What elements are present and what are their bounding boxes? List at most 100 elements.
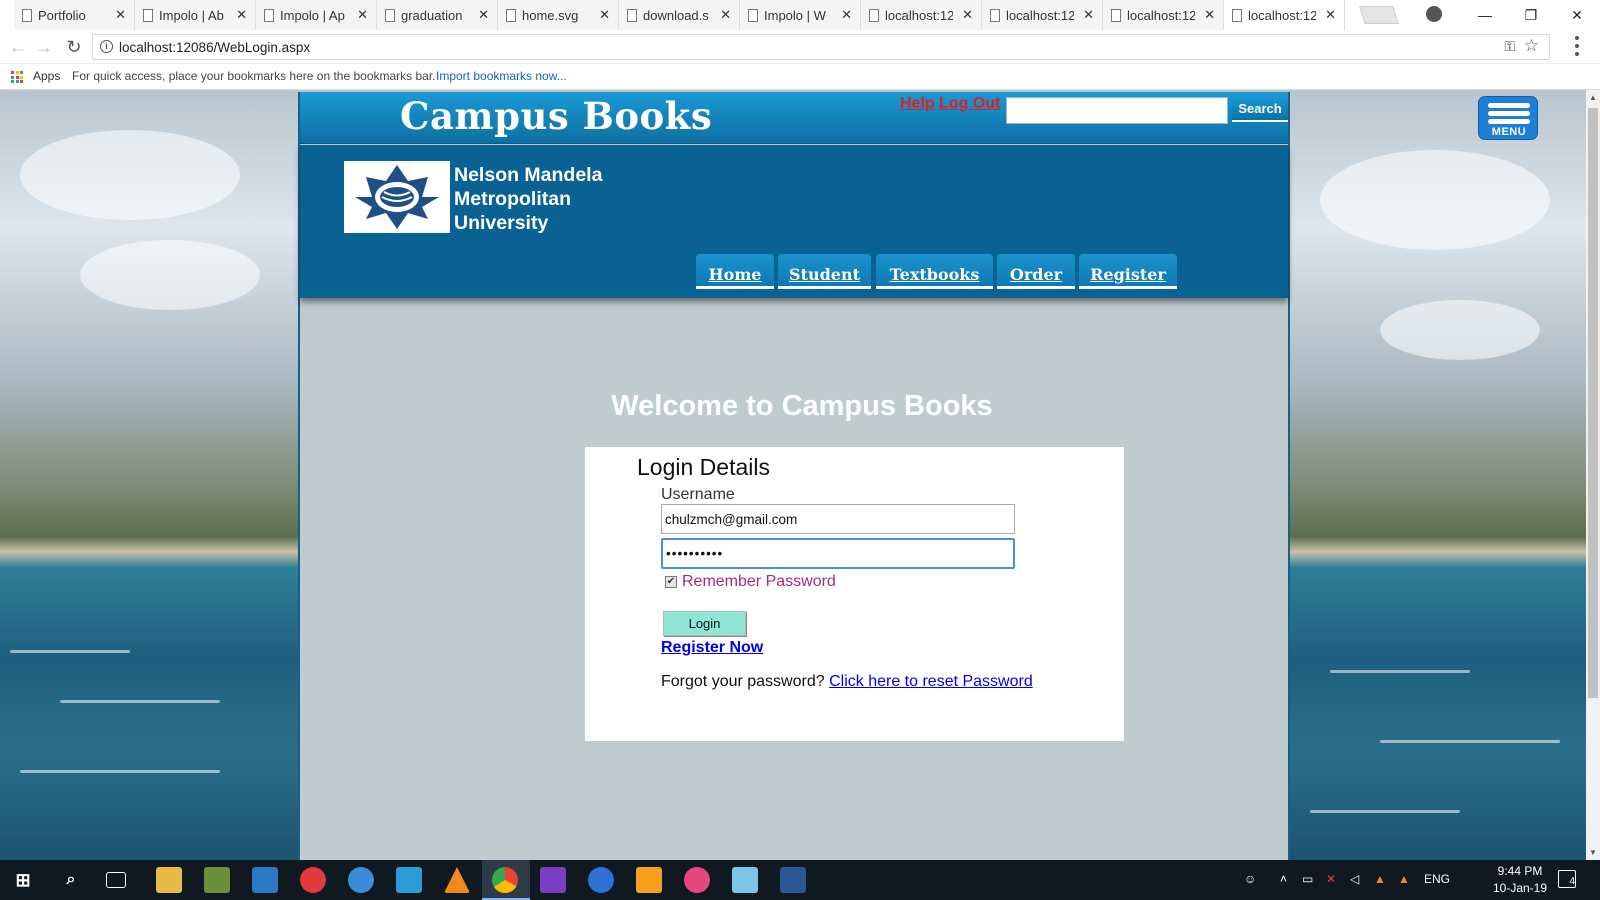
scroll-down-icon[interactable]: ▼ <box>1589 848 1597 857</box>
close-tab-icon[interactable]: ✕ <box>1083 7 1094 23</box>
notifications-icon[interactable]: 4 <box>1558 870 1576 888</box>
login-button[interactable]: Login <box>663 611 746 636</box>
sublime-icon[interactable] <box>636 867 662 893</box>
background-cloud <box>80 240 260 310</box>
store-icon[interactable] <box>252 867 278 893</box>
tray-chevron-icon[interactable]: ˄ <box>1280 872 1287 886</box>
close-window-icon[interactable]: ✕ <box>1554 0 1600 30</box>
close-tab-icon[interactable]: ✕ <box>962 7 973 23</box>
close-tab-icon[interactable]: ✕ <box>357 7 368 23</box>
scrollbar-thumb[interactable] <box>1588 108 1598 698</box>
close-tab-icon[interactable]: ✕ <box>115 7 126 23</box>
browser-tab[interactable]: Impolo | W ✕ <box>740 0 861 30</box>
import-bookmarks-link[interactable]: Import bookmarks now... <box>436 69 567 83</box>
page-scrollbar[interactable]: ▲ ▼ <box>1586 90 1600 860</box>
web-app-icon[interactable] <box>348 867 374 893</box>
nav-textbooks[interactable]: Textbooks <box>876 254 993 289</box>
browser-tab[interactable]: Impolo | Ap ✕ <box>256 0 377 30</box>
new-tab-button[interactable] <box>1359 6 1399 24</box>
site-search-input[interactable] <box>1006 97 1228 124</box>
people-icon[interactable]: ☺ <box>1244 872 1256 886</box>
search-icon[interactable]: ⌕ <box>58 867 84 893</box>
page-icon <box>869 9 879 22</box>
browser-tab[interactable]: Portfolio ✕ <box>14 0 135 30</box>
browser-tab[interactable]: download.s ✕ <box>619 0 740 30</box>
reload-icon[interactable]: ↻ <box>62 35 86 59</box>
restore-icon[interactable]: ❐ <box>1508 0 1554 30</box>
university-logo <box>344 161 450 233</box>
chrome-icon[interactable] <box>492 867 518 893</box>
lightning-app-icon[interactable] <box>588 867 614 893</box>
nav-register[interactable]: Register <box>1079 254 1177 289</box>
reset-password-link[interactable]: Click here to reset Password <box>829 673 1033 690</box>
close-tab-icon[interactable]: ✕ <box>1204 7 1215 23</box>
browser-tab[interactable]: home.svg ✕ <box>498 0 619 30</box>
language-indicator[interactable]: ENG <box>1424 872 1450 886</box>
remember-password[interactable]: ✔ Remember Password <box>665 573 836 591</box>
browser-tab-active[interactable]: localhost:12 ✕ <box>1224 0 1345 30</box>
key-icon[interactable]: ⚿ <box>1504 38 1515 55</box>
username-input[interactable] <box>661 504 1015 534</box>
sync-app-icon[interactable] <box>396 867 422 893</box>
close-tab-icon[interactable]: ✕ <box>599 7 610 23</box>
system-clock[interactable]: 9:44 PM 10-Jan-19 <box>1480 863 1560 897</box>
windows-start-icon[interactable]: ⊞ <box>10 867 36 893</box>
university-logo-icon <box>355 165 439 229</box>
password-input[interactable] <box>661 538 1015 569</box>
task-view-icon[interactable] <box>106 872 126 888</box>
tools-icon[interactable] <box>204 867 230 893</box>
tab-strip: Portfolio ✕ Impolo | Ab ✕ Impolo | Ap ✕ gra… <box>0 0 1600 30</box>
minimize-icon[interactable]: — <box>1462 0 1508 30</box>
nav-home[interactable]: Home <box>696 254 774 289</box>
site-info-icon[interactable]: i <box>100 40 113 53</box>
browser-tab[interactable]: localhost:12 ✕ <box>861 0 982 30</box>
background-wave <box>20 770 220 773</box>
browser-tab[interactable]: Impolo | Ab ✕ <box>135 0 256 30</box>
logout-link[interactable]: Log Out <box>939 95 1000 113</box>
menu-button[interactable]: MENU <box>1478 96 1538 140</box>
visual-studio-icon[interactable] <box>540 867 566 893</box>
clock-date: 10-Jan-19 <box>1492 881 1548 895</box>
apps-grid-icon[interactable] <box>11 71 23 83</box>
close-tab-icon[interactable]: ✕ <box>1325 7 1336 23</box>
bookmark-star-icon[interactable]: ☆ <box>1524 36 1539 56</box>
browser-tab[interactable]: localhost:12 ✕ <box>982 0 1103 30</box>
itunes-icon[interactable] <box>684 867 710 893</box>
address-url[interactable]: localhost:12086/WebLogin.aspx <box>119 40 310 55</box>
remember-checkbox[interactable]: ✔ <box>665 576 677 588</box>
nav-student[interactable]: Student <box>778 254 871 289</box>
background-cloud <box>1380 300 1540 360</box>
help-link[interactable]: Help <box>900 95 935 113</box>
nav-order[interactable]: Order <box>997 254 1075 289</box>
browser-tab[interactable]: localhost:12 ✕ <box>1103 0 1224 30</box>
vlc-tray-icon[interactable]: ▲ <box>1374 872 1386 886</box>
register-now-link[interactable]: Register Now <box>661 639 763 657</box>
file-explorer-icon[interactable] <box>156 867 182 893</box>
close-tab-icon[interactable]: ✕ <box>478 7 489 23</box>
vlc-tray-icon[interactable]: ▲ <box>1398 872 1410 886</box>
notes-app-icon[interactable] <box>732 867 758 893</box>
close-tab-icon[interactable]: ✕ <box>841 7 852 23</box>
browser-menu-icon[interactable] <box>1574 36 1580 56</box>
browser-tab[interactable]: graduation ✕ <box>377 0 498 30</box>
forward-arrow-icon[interactable]: → <box>32 35 56 59</box>
remember-label[interactable]: Remember Password <box>682 573 836 591</box>
tab-label: Impolo | Ap <box>280 7 345 23</box>
vlc-icon[interactable] <box>444 867 470 893</box>
close-tab-icon[interactable]: ✕ <box>720 7 731 23</box>
profile-icon[interactable] <box>1426 6 1442 22</box>
volume-icon[interactable]: ◁ <box>1350 872 1359 886</box>
network-icon[interactable]: ✕ <box>1326 872 1336 886</box>
battery-icon[interactable]: ▭ <box>1302 872 1313 886</box>
site-search-button[interactable]: Search <box>1232 97 1288 122</box>
address-bar[interactable]: i localhost:12086/WebLogin.aspx ⚿ ☆ <box>92 34 1550 60</box>
media-app-icon[interactable] <box>300 867 326 893</box>
word-icon[interactable] <box>780 867 806 893</box>
close-tab-icon[interactable]: ✕ <box>236 7 247 23</box>
tab-label: download.s <box>643 7 709 23</box>
tab-label: localhost:12 <box>1127 7 1195 23</box>
apps-shortcut[interactable]: Apps <box>33 69 60 83</box>
scroll-up-icon[interactable]: ▲ <box>1589 93 1597 102</box>
university-name-line: Nelson Mandela <box>454 164 603 186</box>
back-arrow-icon[interactable]: ← <box>6 35 30 59</box>
